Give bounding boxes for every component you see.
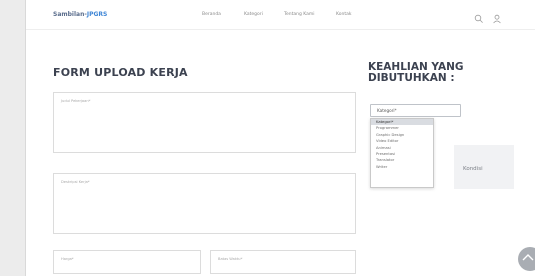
price-field[interactable]: Harga* (53, 250, 201, 274)
skills-title: KEAHLIAN YANG DIBUTUHKAN : (368, 61, 464, 84)
brand-prefix: Sambilan- (53, 11, 87, 18)
deadline-placeholder: Batas Waktu* (218, 257, 243, 261)
brand-accent: JPGRS (86, 11, 108, 18)
nav-item-kategori[interactable]: Kategori (244, 12, 263, 17)
brand-logo[interactable]: Sambilan-JPGRS (53, 11, 107, 18)
user-icon[interactable] (492, 9, 502, 24)
page-frame: Sambilan-JPGRS Beranda Kategori Tentang … (25, 0, 535, 276)
navbar: Sambilan-JPGRS Beranda Kategori Tentang … (26, 0, 535, 30)
category-option-writer[interactable]: Writer (371, 164, 433, 170)
form-title: FORM UPLOAD KERJA (53, 66, 188, 79)
search-icon[interactable] (474, 9, 484, 23)
chevron-up-icon (522, 254, 534, 261)
nav-item-beranda[interactable]: Beranda (202, 12, 221, 17)
price-placeholder: Harga* (61, 257, 74, 261)
nav-item-tentang-kami[interactable]: Tentang Kami (284, 12, 315, 17)
category-select[interactable]: Kategori* (370, 104, 461, 117)
job-description-placeholder: Deskripsi Kerja* (61, 180, 90, 184)
conditions-panel-label: Kondisi (463, 166, 483, 172)
category-dropdown: Kategori* Programmer Graphic Design Vide… (370, 118, 434, 188)
job-title-placeholder: Judul Pekerjaan* (61, 99, 91, 103)
nav-item-kontak[interactable]: Kontak (336, 12, 351, 17)
job-description-field[interactable]: Deskripsi Kerja* (53, 173, 356, 234)
scroll-top-button[interactable] (518, 247, 535, 271)
deadline-field[interactable]: Batas Waktu* (210, 250, 356, 274)
category-select-value: Kategori* (377, 108, 397, 113)
job-title-field[interactable]: Judul Pekerjaan* (53, 92, 356, 153)
